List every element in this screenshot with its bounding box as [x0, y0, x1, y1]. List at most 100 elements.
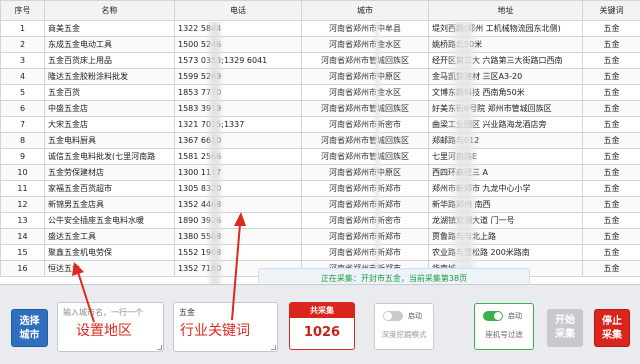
cell-phone: 1500 5246	[174, 36, 302, 53]
cell-no: 14	[0, 228, 45, 245]
column-header-keyword[interactable]: 关键词	[582, 0, 640, 21]
annotation-industry-keyword: 行业关键词	[180, 323, 250, 339]
table-row[interactable]: 4隆达五金胶粉涂料批发1599 5269河南省郑州市中原区金马凯旋建材 三区A3…	[0, 68, 640, 85]
table-row[interactable]: 8五金电料厨具1367 6610河南省郑州市管城回族区郑邮路与012 五金	[0, 132, 640, 149]
cell-no: 9	[0, 148, 45, 165]
toggle-switch[interactable]	[383, 311, 403, 321]
privacy-blur	[206, 22, 224, 284]
cell-name: 商美五金	[44, 20, 175, 37]
cell-keyword: 五金	[582, 68, 640, 85]
table-row[interactable]: 3五金百货床上用品1573 0353;1329 6041河南省郑州市管城回族区经…	[0, 52, 640, 69]
cell-city: 河南省郑州市新郑市	[301, 228, 429, 245]
table-row[interactable]: 11 家福五金百货超市 1305 8320 河南省郑州市新郑市 郑州市新郑市 九龙中心小…	[0, 180, 640, 197]
cell-keyword: 五金	[582, 84, 640, 101]
cell-no: 16	[0, 260, 45, 277]
resize-grip-icon[interactable]	[157, 345, 162, 350]
control-panel: 选择城市 五金 设置地区 行业关键词 共采集 1026 启动 深度挖掘模式 启动…	[0, 284, 640, 364]
cell-city: 河南省郑州市金水区	[301, 84, 429, 101]
column-header-phone[interactable]: 电话	[174, 0, 302, 21]
cell-no: 5	[0, 84, 45, 101]
privacy-blur	[448, 22, 478, 284]
cell-city: 河南省郑州市新郑市	[301, 180, 429, 197]
table-row[interactable]: 7大宋五金店1321 7025;1337 河南省郑州市新密市曲梁工业园区 兴业路…	[0, 116, 640, 133]
collected-counter: 共采集 1026	[289, 302, 355, 350]
column-header-address[interactable]: 地址	[428, 0, 583, 21]
toggle-state-label: 启动	[508, 312, 522, 320]
cell-phone: 1305 8320	[174, 180, 302, 197]
column-header-name[interactable]: 名称	[44, 0, 175, 21]
cell-city: 河南省郑州市管城回族区	[301, 148, 429, 165]
cell-keyword: 五金	[582, 20, 640, 37]
counter-value: 1026	[303, 325, 341, 340]
table-row[interactable]: 10五金劳保建材店1300 1117河南省郑州市中原区西四环森近三 A五金	[0, 164, 640, 181]
table-row[interactable]: 15 聚鑫五金机电劳保 1552 1908 河南省郑州市新郑市 农业路与雪松路 200米…	[0, 244, 640, 261]
cell-city: 河南省郑州市中原区	[301, 164, 429, 181]
column-header-no[interactable]: 序号	[0, 0, 45, 21]
cell-city: 河南省郑州市管城回族区	[301, 52, 429, 69]
cell-name: 聚鑫五金机电劳保	[44, 244, 175, 261]
toggle-label: 深度挖掘模式	[381, 330, 427, 339]
cell-city: 河南省郑州市新郑市	[301, 196, 429, 213]
deep-mining-toggle[interactable]: 启动 深度挖掘模式	[374, 303, 434, 350]
table-row[interactable]: 5 五金百货 1853 7770 河南省郑州市金水区 文博东路科技 西南角50米 五金	[0, 84, 640, 101]
stop-collect-button[interactable]: 停止采集	[594, 309, 630, 347]
cell-name: 中盛五金店	[44, 100, 175, 117]
cell-no: 8	[0, 132, 45, 149]
annotation-set-region: 设置地区	[76, 323, 132, 339]
cell-phone: 1583 3919	[174, 100, 302, 117]
cell-keyword: 五金	[582, 212, 640, 229]
stop-button-label: 停止采集	[602, 316, 622, 341]
cell-city: 河南省郑州市新密市	[301, 116, 429, 133]
select-city-button[interactable]: 选择城市	[11, 309, 48, 347]
cell-name: 五金百货	[44, 84, 175, 101]
cell-city: 河南省郑州市中原区	[301, 68, 429, 85]
cell-phone: 1581 2566	[174, 148, 302, 165]
cell-keyword: 五金	[582, 100, 640, 117]
cell-no: 1	[0, 20, 45, 37]
cell-city: 河南省郑州市中牟县	[301, 20, 429, 37]
table-row[interactable]: 6 中盛五金店 1583 3919 河南省郑州市管城回族区 好美东街6号院 郑州市管城回…	[0, 100, 640, 117]
cell-phone: 1321 7025;1337	[174, 116, 302, 133]
cell-phone: 1599 5269	[174, 68, 302, 85]
start-collect-button[interactable]: 开始采集	[547, 309, 583, 347]
toggle-label: 座机号过滤	[485, 330, 523, 339]
cell-keyword: 五金	[582, 148, 640, 165]
table-row[interactable]: 1 商美五金 1322 5844 河南省郑州市中牟县 堤刘西路(郑州 工机械物流园东北侧…	[0, 20, 640, 37]
toggle-switch[interactable]	[483, 311, 503, 321]
privacy-blur	[372, 22, 382, 284]
cell-city: 河南省郑州市管城回族区	[301, 100, 429, 117]
table-header-row: 序号 名称 电话 城市 地址 关键词	[0, 0, 640, 21]
cell-keyword: 五金	[582, 260, 640, 277]
cell-keyword: 五金	[582, 244, 640, 261]
cell-name: 大宋五金店	[44, 116, 175, 133]
toggle-state-label: 启动	[408, 312, 422, 320]
cell-city: 河南省郑州市新密市	[301, 212, 429, 229]
table-row[interactable]: 12新锦男五金店具1352 4468河南省郑州市新郑市新华路郑州 南西五金	[0, 196, 640, 213]
column-header-city[interactable]: 城市	[301, 0, 429, 21]
table-row[interactable]: 2东成五金电动工具1500 5246河南省郑州市金水区姚桥路北50米五金	[0, 36, 640, 53]
table-row[interactable]: 14盛达五金工具1380 5508河南省郑州市新郑市贾鲁路与与北上路 五金	[0, 228, 640, 245]
cell-keyword: 五金	[582, 36, 640, 53]
table-row[interactable]: 9诚信五金电料批发(七里河南路1581 2566河南省郑州市管城回族区七里河南路…	[0, 148, 640, 165]
cell-keyword: 五金	[582, 180, 640, 197]
cell-keyword: 五金	[582, 228, 640, 245]
cell-no: 3	[0, 52, 45, 69]
results-table-container[interactable]: 序号 名称 电话 城市 地址 关键词 1 商美五金 1322 5844 河南省郑州市中…	[0, 0, 640, 284]
cell-name: 公牛安全插座五金电料水暖	[44, 212, 175, 229]
cell-no: 6	[0, 100, 45, 117]
cell-keyword: 五金	[582, 52, 640, 69]
landline-filter-toggle[interactable]: 启动 座机号过滤	[474, 303, 534, 350]
cell-name: 新锦男五金店具	[44, 196, 175, 213]
table-row[interactable]: 13公牛安全插座五金电料水暖1890 3926河南省郑州市新密市龙湖镇双湖大道 …	[0, 212, 640, 229]
cell-no: 10	[0, 164, 45, 181]
cell-city: 河南省郑州市新郑市	[301, 244, 429, 261]
resize-grip-icon[interactable]	[271, 345, 276, 350]
cell-name: 隆达五金胶粉涂料批发	[44, 68, 175, 85]
cell-city: 河南省郑州市金水区	[301, 36, 429, 53]
cell-no: 13	[0, 212, 45, 229]
cell-name: 五金百货床上用品	[44, 52, 175, 69]
cell-no: 11	[0, 180, 45, 197]
cell-phone: 1853 7770	[174, 84, 302, 101]
cell-keyword: 五金	[582, 132, 640, 149]
cell-name: 诚信五金电料批发(七里河南路	[44, 148, 175, 165]
